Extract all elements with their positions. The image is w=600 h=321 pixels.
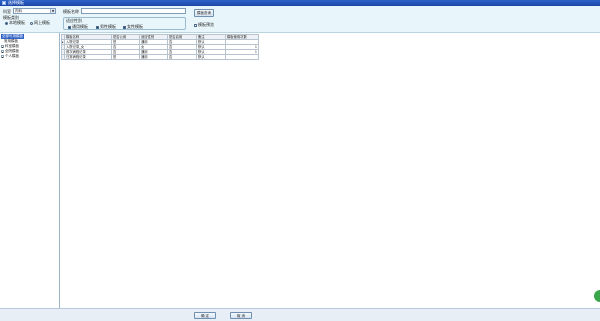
check-universal[interactable]: 通用模板 (68, 24, 88, 30)
template-name-input[interactable] (81, 8, 186, 14)
tree-item-personal[interactable]: 个人模板 (1, 54, 19, 59)
table-cell[interactable] (225, 54, 259, 60)
table-cell[interactable]: 否 (167, 54, 197, 60)
template-preview-checkbox[interactable]: 模板预览 (194, 22, 214, 28)
check-male[interactable]: 男性模板 (96, 24, 116, 30)
table-cell[interactable]: 日常病程记录 (64, 54, 112, 60)
gender-scope-group: 适应性别 通用模板 男性模板 女性模板 (63, 17, 186, 30)
radio-local[interactable]: 本地模板 (5, 20, 25, 26)
ok-button[interactable]: 确 定 (194, 312, 216, 319)
expand-icon[interactable] (1, 49, 4, 53)
help-icon[interactable] (594, 290, 600, 302)
expand-icon[interactable] (1, 54, 4, 58)
chevron-down-icon[interactable]: ▼ (50, 9, 55, 13)
radio-online[interactable]: 网上模板 (30, 20, 50, 26)
table-cell[interactable]: 是 (111, 54, 140, 60)
app-icon (2, 1, 6, 5)
check-female[interactable]: 女性模板 (123, 24, 143, 30)
filter-bar: 科室 内科 ▼ 模板类别 本地模板 网上模板 模板名称 适应性别 通用模板 男性… (0, 6, 600, 33)
table-row[interactable]: 日常病程记录 是 通用 否 默认 (61, 54, 259, 60)
cancel-button[interactable]: 取 消 (230, 312, 252, 319)
dept-select-value: 内科 (15, 9, 22, 13)
template-name-label: 模板名称 (63, 9, 79, 14)
expand-icon[interactable] (1, 44, 4, 48)
template-grid: 模板名称 是否公用 适应性别 是否启用 备注 模板使用次数 ▸ 入院记录 是 通… (61, 34, 259, 60)
table-cell[interactable]: 默认 (196, 54, 226, 60)
template-search-button[interactable]: 模板查询 (194, 9, 214, 17)
template-tree: 全部可用模板 常用模板 科室模板 全院模板 个人模板 (0, 33, 60, 308)
table-cell[interactable]: 通用 (139, 54, 168, 60)
dept-select[interactable]: 内科 ▼ (13, 8, 56, 14)
dialog-footer: 确 定 取 消 (0, 308, 600, 321)
